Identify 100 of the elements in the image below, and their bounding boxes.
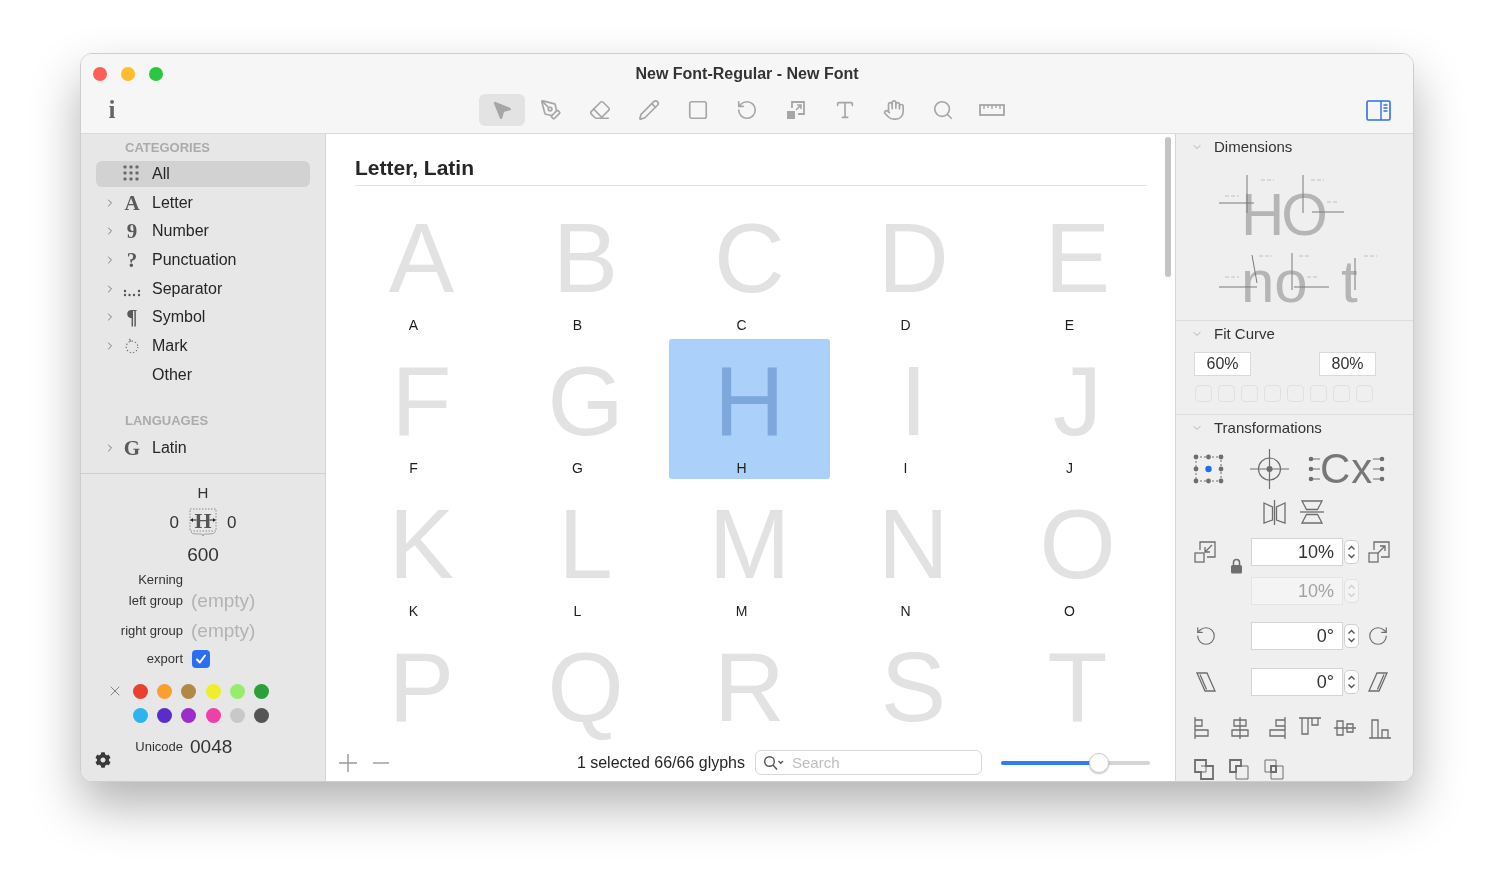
scale-down-icon[interactable] (1193, 540, 1217, 564)
padlock-icon[interactable] (1230, 558, 1243, 574)
glyph-label: I (903, 459, 908, 477)
rotate-right-icon[interactable] (1367, 625, 1389, 647)
left-sidebearing: 0 (169, 513, 179, 533)
text-tool-icon (834, 99, 856, 121)
category-label: Separator (152, 278, 223, 299)
section-toggle[interactable]: Transformations (1176, 415, 1413, 441)
ruler-icon (979, 104, 1005, 116)
section-title: Letter, Latin (355, 155, 476, 181)
flip-horizontal-icon[interactable] (1262, 499, 1287, 525)
fit-curve-field[interactable]: 60% (1194, 352, 1251, 376)
glyph-label: G (572, 459, 583, 477)
category-glyph: 9 (126, 220, 138, 243)
rotate-icon (736, 99, 758, 121)
glyph-label: N (900, 602, 911, 620)
scale-up-icon[interactable] (1367, 540, 1391, 564)
swatch-icon[interactable] (254, 707, 270, 723)
union-icon[interactable] (1193, 758, 1215, 780)
glyph-grid-icon (123, 165, 141, 183)
rotate-left-icon[interactable] (1195, 625, 1217, 647)
info-button[interactable]: i (104, 96, 120, 124)
bounding-box-icon[interactable] (1192, 453, 1225, 485)
section-toggle[interactable]: Fit Curve (1176, 321, 1413, 347)
category-item[interactable]: Other (96, 361, 310, 388)
swatch-icon[interactable] (230, 707, 246, 723)
field-label: Unicode (135, 739, 183, 755)
slant-right-icon[interactable] (1367, 670, 1389, 694)
hand-icon (883, 99, 905, 121)
search-field[interactable]: Search (755, 750, 982, 775)
intersect-icon[interactable] (1263, 758, 1285, 780)
square-icon (687, 99, 709, 121)
origin-button[interactable]: Cx (1308, 453, 1386, 485)
subtract-icon[interactable] (1228, 758, 1250, 780)
settings-icon[interactable] (95, 752, 111, 768)
align-bottom-icon[interactable] (1368, 716, 1392, 740)
zoom-icon[interactable] (149, 67, 163, 81)
category-item[interactable]: All (96, 161, 310, 187)
eraser-icon (589, 99, 611, 121)
remove-button[interactable] (373, 761, 389, 764)
swatch-icon[interactable] (205, 707, 221, 723)
slider-thumb[interactable] (1089, 752, 1110, 773)
align-center-icon[interactable] (1228, 716, 1252, 740)
scale-icon (785, 99, 807, 121)
swatch-icon[interactable] (156, 707, 172, 723)
swatch-icon[interactable] (254, 683, 270, 699)
category-glyph: ? (126, 249, 138, 272)
stepper[interactable] (1344, 540, 1359, 564)
dotted-circle-icon (124, 338, 140, 355)
dimensions-diagram: HO no t (1214, 165, 1386, 310)
category-item[interactable]: Separator (96, 275, 310, 302)
category-item[interactable]: A Letter (96, 189, 310, 216)
unicode-value: 0048 (190, 736, 233, 758)
scrollbar[interactable] (1165, 137, 1171, 277)
category-item[interactable]: 9 Number (96, 218, 310, 245)
category-label: Mark (152, 336, 188, 357)
section-toggle[interactable]: Dimensions (1176, 134, 1413, 160)
glyph-label: F (409, 459, 418, 477)
category-glyph: G (123, 436, 141, 459)
fit-curve-field[interactable]: 80% (1319, 352, 1376, 376)
glyph-label: E (1064, 316, 1075, 334)
flip-vertical-icon[interactable] (1299, 499, 1325, 525)
swatch-icon[interactable] (132, 707, 148, 723)
minus-icon (373, 761, 389, 764)
glyph-name: H (197, 483, 209, 503)
minimize-icon[interactable] (121, 67, 135, 81)
dots-icon (1373, 454, 1386, 484)
rotate-field[interactable]: 0° (1251, 622, 1343, 650)
swatch-icon[interactable] (230, 683, 246, 699)
swatch-icon[interactable] (205, 683, 221, 699)
scale-field[interactable]: 10% (1251, 538, 1343, 566)
category-item[interactable]: G Latin (96, 434, 310, 461)
stepper[interactable] (1344, 624, 1359, 648)
category-item[interactable]: ¶ Symbol (96, 304, 310, 331)
glyph-label: D (900, 316, 911, 334)
category-label: Punctuation (152, 250, 237, 271)
swatch-icon[interactable] (181, 707, 197, 723)
up-down-chevron-icon (1347, 628, 1356, 644)
category-item[interactable]: ? Punctuation (96, 247, 310, 274)
glyph-label: L (573, 602, 582, 620)
right-sidebearing: 0 (227, 513, 237, 533)
export-checkbox[interactable] (192, 650, 210, 668)
up-down-chevron-icon (1347, 544, 1356, 560)
swatch-icon[interactable] (132, 683, 148, 699)
glyph-label: C (736, 316, 747, 334)
window-title: New Font-Regular - New Font (635, 64, 859, 84)
add-button[interactable] (339, 753, 357, 772)
swatch-icon[interactable] (181, 683, 197, 699)
category-item[interactable]: Mark (96, 333, 310, 360)
crosshair-icon[interactable] (1249, 448, 1290, 490)
close-icon[interactable] (93, 67, 107, 81)
swatch-icon[interactable] (156, 683, 172, 699)
sidebar-panel-icon (1366, 99, 1391, 121)
glyph-label: A (408, 316, 419, 334)
up-down-chevron-icon (1347, 583, 1356, 599)
tool-button[interactable] (479, 94, 525, 126)
inspector-toggle[interactable] (1366, 99, 1391, 121)
slant-left-icon[interactable] (1195, 670, 1217, 694)
slant-field[interactable]: 0° (1251, 668, 1343, 696)
stepper[interactable] (1344, 670, 1359, 694)
